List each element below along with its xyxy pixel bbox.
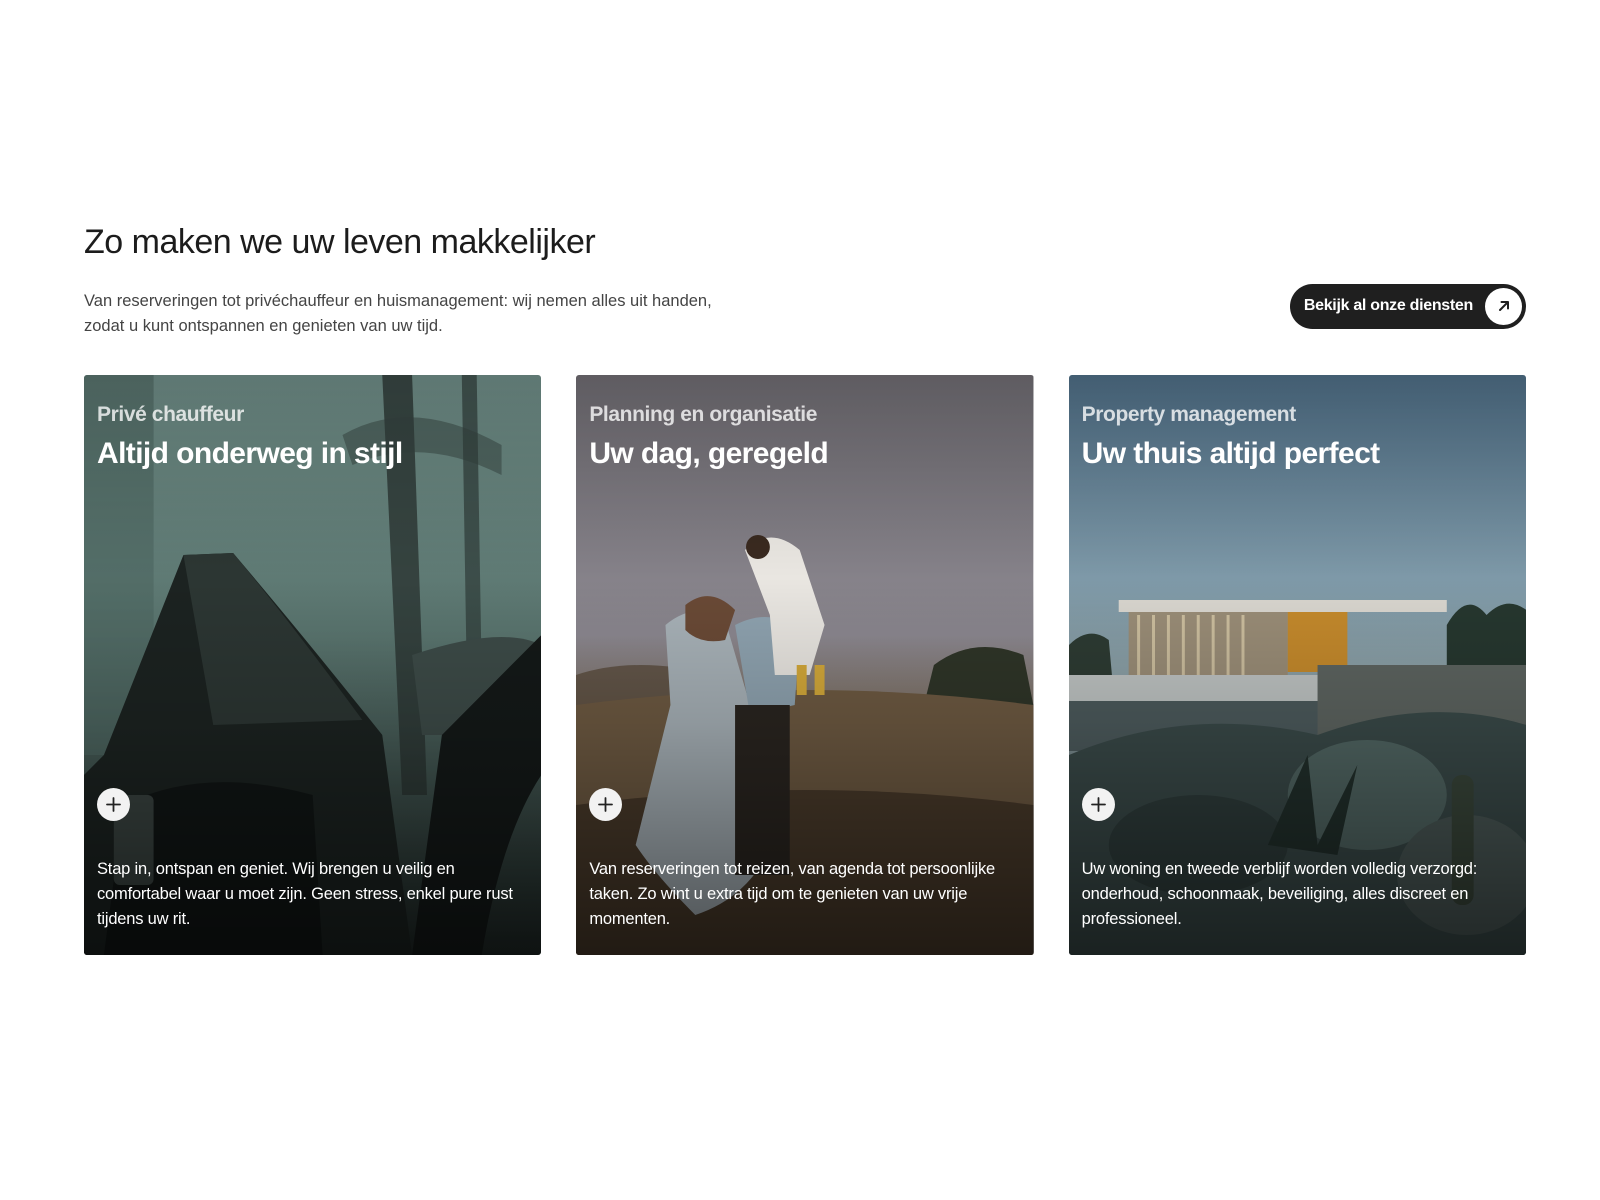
intro-row: Van reserveringen tot privéchauffeur en …: [84, 283, 1526, 339]
service-cards: Privé chauffeur Altijd onderweg in stijl…: [84, 375, 1526, 955]
plus-icon[interactable]: [1081, 788, 1115, 821]
card-content: Planning en organisatie Uw dag, geregeld…: [589, 375, 1020, 955]
card-title: Altijd onderweg in stijl: [97, 437, 403, 470]
card-content: Property management Uw thuis altijd perf…: [1081, 375, 1513, 955]
section-intro: Van reserveringen tot privéchauffeur en …: [84, 291, 712, 335]
card-description: Stap in, ontspan en geniet. Wij brengen …: [97, 860, 513, 928]
services-section: Zo maken we uw leven makkelijker Van res…: [84, 222, 1526, 339]
view-all-services-button[interactable]: Bekijk al onze diensten: [1289, 283, 1526, 329]
arrow-up-right-icon: [1485, 287, 1522, 325]
card-planning-organisatie[interactable]: Planning en organisatie Uw dag, geregeld…: [576, 375, 1034, 955]
card-eyebrow: Privé chauffeur: [97, 403, 244, 426]
card-title: Uw dag, geregeld: [589, 437, 829, 470]
section-title: Zo maken we uw leven makkelijker: [84, 223, 596, 261]
card-content: Privé chauffeur Altijd onderweg in stijl…: [97, 375, 528, 955]
card-description: Uw woning en tweede verblijf worden voll…: [1081, 860, 1478, 928]
card-property-management[interactable]: Property management Uw thuis altijd perf…: [1068, 375, 1526, 955]
cta-label: Bekijk al onze diensten: [1303, 297, 1473, 315]
plus-icon[interactable]: [589, 788, 623, 821]
card-eyebrow: Planning en organisatie: [589, 403, 818, 426]
card-description: Van reserveringen tot reizen, van agenda…: [589, 860, 995, 928]
card-eyebrow: Property management: [1081, 403, 1297, 426]
card-title: Uw thuis altijd perfect: [1081, 437, 1381, 470]
card-prive-chauffeur[interactable]: Privé chauffeur Altijd onderweg in stijl…: [84, 375, 542, 955]
plus-icon[interactable]: [97, 788, 130, 821]
